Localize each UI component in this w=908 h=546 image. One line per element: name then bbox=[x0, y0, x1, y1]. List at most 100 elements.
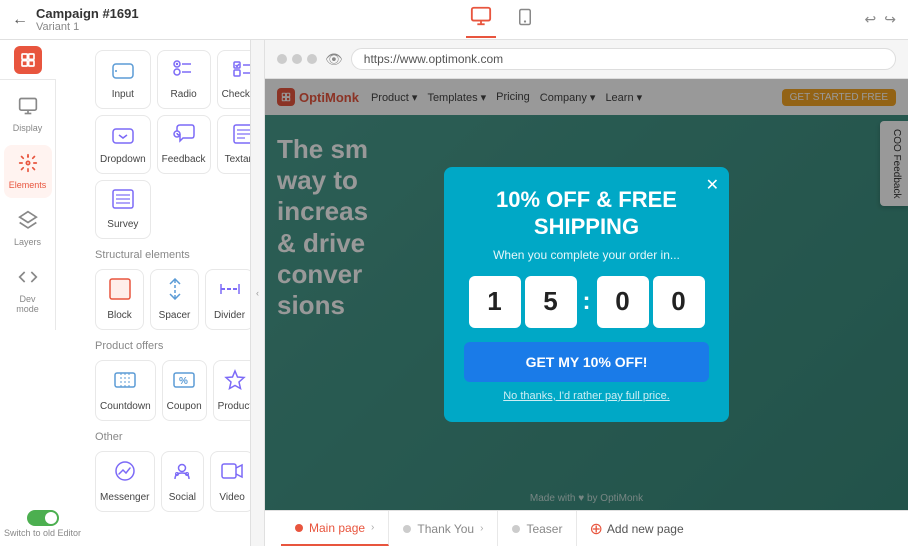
product-section-title: Product offers bbox=[95, 340, 254, 352]
top-bar-right: ↩ ↪ bbox=[865, 11, 896, 28]
dropdown-icon bbox=[112, 124, 134, 150]
element-divider[interactable]: Divider bbox=[205, 269, 254, 330]
browser-dot-green bbox=[307, 54, 317, 64]
elements-label: Elements bbox=[9, 180, 47, 190]
other-grid: Messenger Social Video bbox=[95, 451, 254, 512]
block-icon bbox=[109, 278, 131, 306]
campaign-title: Campaign #1691 bbox=[36, 6, 139, 21]
radio-label: Radio bbox=[171, 89, 197, 100]
variant-label: Variant 1 bbox=[36, 21, 139, 33]
collapse-icon: ‹ bbox=[256, 288, 259, 298]
countdown-digit-3: 0 bbox=[597, 276, 649, 328]
add-page-label: Add new page bbox=[607, 522, 684, 536]
messenger-label: Messenger bbox=[100, 492, 149, 503]
top-bar-left: ← Campaign #1691 Variant 1 bbox=[12, 6, 139, 33]
countdown-label: Countdown bbox=[100, 401, 151, 412]
sidebar-item-elements[interactable]: Elements bbox=[4, 145, 52, 198]
sidebar-layout: Display Elements Layers bbox=[0, 40, 264, 546]
popup-subtitle: When you complete your order in... bbox=[464, 248, 709, 262]
display-label: Display bbox=[13, 123, 43, 133]
switch-toggle bbox=[27, 510, 59, 526]
element-countdown[interactable]: Countdown bbox=[95, 360, 156, 421]
element-feedback[interactable]: Feedback bbox=[157, 115, 211, 174]
element-video[interactable]: Video bbox=[210, 451, 254, 512]
tab-teaser[interactable]: Teaser bbox=[498, 511, 577, 546]
feedback-label: Feedback bbox=[162, 154, 206, 165]
countdown-digit-1: 1 bbox=[469, 276, 521, 328]
popup-decline-button[interactable]: No thanks, I'd rather pay full price. bbox=[464, 390, 709, 402]
sidebar-item-layers[interactable]: Layers bbox=[4, 202, 52, 255]
add-new-page-button[interactable]: ⊕ Add new page bbox=[577, 511, 695, 546]
structural-section-title: Structural elements bbox=[95, 249, 254, 261]
survey-icon bbox=[112, 189, 134, 215]
undo-button[interactable]: ↩ bbox=[865, 11, 877, 28]
popup-overlay: ✕ 10% OFF & FREE SHIPPING When you compl… bbox=[265, 79, 908, 510]
sidebar: Display Elements Layers bbox=[0, 40, 265, 546]
display-icon bbox=[18, 96, 38, 121]
website-preview: OptiMonk Product ▾ Templates ▾ Pricing C… bbox=[265, 79, 908, 510]
sidebar-item-display[interactable]: Display bbox=[4, 88, 52, 141]
video-icon bbox=[221, 460, 243, 488]
dropdown-label: Dropdown bbox=[100, 154, 146, 165]
nav-items: Display Elements Layers bbox=[0, 80, 56, 330]
switch-editor-label: Switch to old Editor bbox=[4, 528, 81, 538]
popup-cta-button[interactable]: GET MY 10% OFF! bbox=[464, 342, 709, 382]
structural-grid: Block Spacer Divider bbox=[95, 269, 254, 330]
tab-main-page[interactable]: Main page › bbox=[281, 511, 389, 546]
browser-bar: 👁 https://www.optimonk.com bbox=[265, 40, 908, 79]
browser-dot-yellow bbox=[292, 54, 302, 64]
top-bar: ← Campaign #1691 Variant 1 ↩ ↪ bbox=[0, 0, 908, 40]
element-messenger[interactable]: Messenger bbox=[95, 451, 154, 512]
toggle-knob bbox=[45, 512, 57, 524]
switch-editor[interactable]: Switch to old Editor bbox=[0, 502, 85, 546]
tab-dot-main bbox=[295, 524, 303, 532]
desktop-view-button[interactable] bbox=[466, 1, 496, 38]
back-button[interactable]: ← bbox=[12, 11, 28, 29]
devmode-label: Dev mode bbox=[8, 294, 48, 314]
main-area: Display Elements Layers bbox=[0, 40, 908, 546]
plus-icon: ⊕ bbox=[589, 519, 602, 539]
layers-label: Layers bbox=[14, 237, 41, 247]
redo-button[interactable]: ↪ bbox=[884, 11, 896, 28]
element-radio[interactable]: Radio bbox=[157, 50, 211, 109]
countdown-separator: : bbox=[581, 288, 593, 316]
input-label: Input bbox=[112, 89, 134, 100]
basic-elements-grid: Input Radio Checkbox bbox=[95, 50, 254, 239]
panel-collapse-handle[interactable]: ‹ bbox=[250, 40, 264, 546]
tab-dot-teaser bbox=[512, 525, 520, 533]
other-section-title: Other bbox=[95, 431, 254, 443]
input-icon bbox=[112, 59, 134, 85]
element-block[interactable]: Block bbox=[95, 269, 144, 330]
element-social[interactable]: Social bbox=[161, 451, 205, 512]
countdown-digit-2: 5 bbox=[525, 276, 577, 328]
app-icon bbox=[0, 40, 56, 80]
popup-title: 10% OFF & FREE SHIPPING bbox=[464, 187, 709, 240]
svg-text:%: % bbox=[179, 376, 188, 387]
canvas-area: 👁 https://www.optimonk.com OptiMonk Prod… bbox=[265, 40, 908, 546]
sidebar-item-devmode[interactable]: Dev mode bbox=[4, 259, 52, 322]
elements-panel: Input Radio Checkbox bbox=[85, 40, 264, 530]
countdown-digit-4: 0 bbox=[653, 276, 705, 328]
element-coupon[interactable]: % Coupon bbox=[162, 360, 207, 421]
element-survey[interactable]: Survey bbox=[95, 180, 151, 239]
layers-icon bbox=[18, 210, 38, 235]
browser-dot-red bbox=[277, 54, 287, 64]
radio-icon bbox=[173, 59, 195, 85]
block-label: Block bbox=[107, 310, 131, 321]
divider-icon bbox=[219, 278, 241, 306]
tab-teaser-label: Teaser bbox=[526, 522, 562, 536]
mobile-view-button[interactable] bbox=[512, 2, 538, 37]
countdown-row: 1 5 : 0 0 bbox=[464, 276, 709, 328]
element-spacer[interactable]: Spacer bbox=[150, 269, 199, 330]
popup-close-button[interactable]: ✕ bbox=[706, 175, 719, 195]
product-grid: Countdown % Coupon Product bbox=[95, 360, 254, 421]
tab-thankyou-chevron: › bbox=[480, 523, 483, 534]
feedback-icon bbox=[173, 124, 195, 150]
coupon-icon: % bbox=[173, 369, 195, 397]
element-dropdown[interactable]: Dropdown bbox=[95, 115, 151, 174]
elements-panel-wrapper: Input Radio Checkbox bbox=[85, 40, 264, 546]
popup: ✕ 10% OFF & FREE SHIPPING When you compl… bbox=[444, 167, 729, 422]
browser-eye-icon: 👁 bbox=[325, 51, 343, 68]
element-input[interactable]: Input bbox=[95, 50, 151, 109]
tab-thank-you[interactable]: Thank You › bbox=[389, 511, 498, 546]
